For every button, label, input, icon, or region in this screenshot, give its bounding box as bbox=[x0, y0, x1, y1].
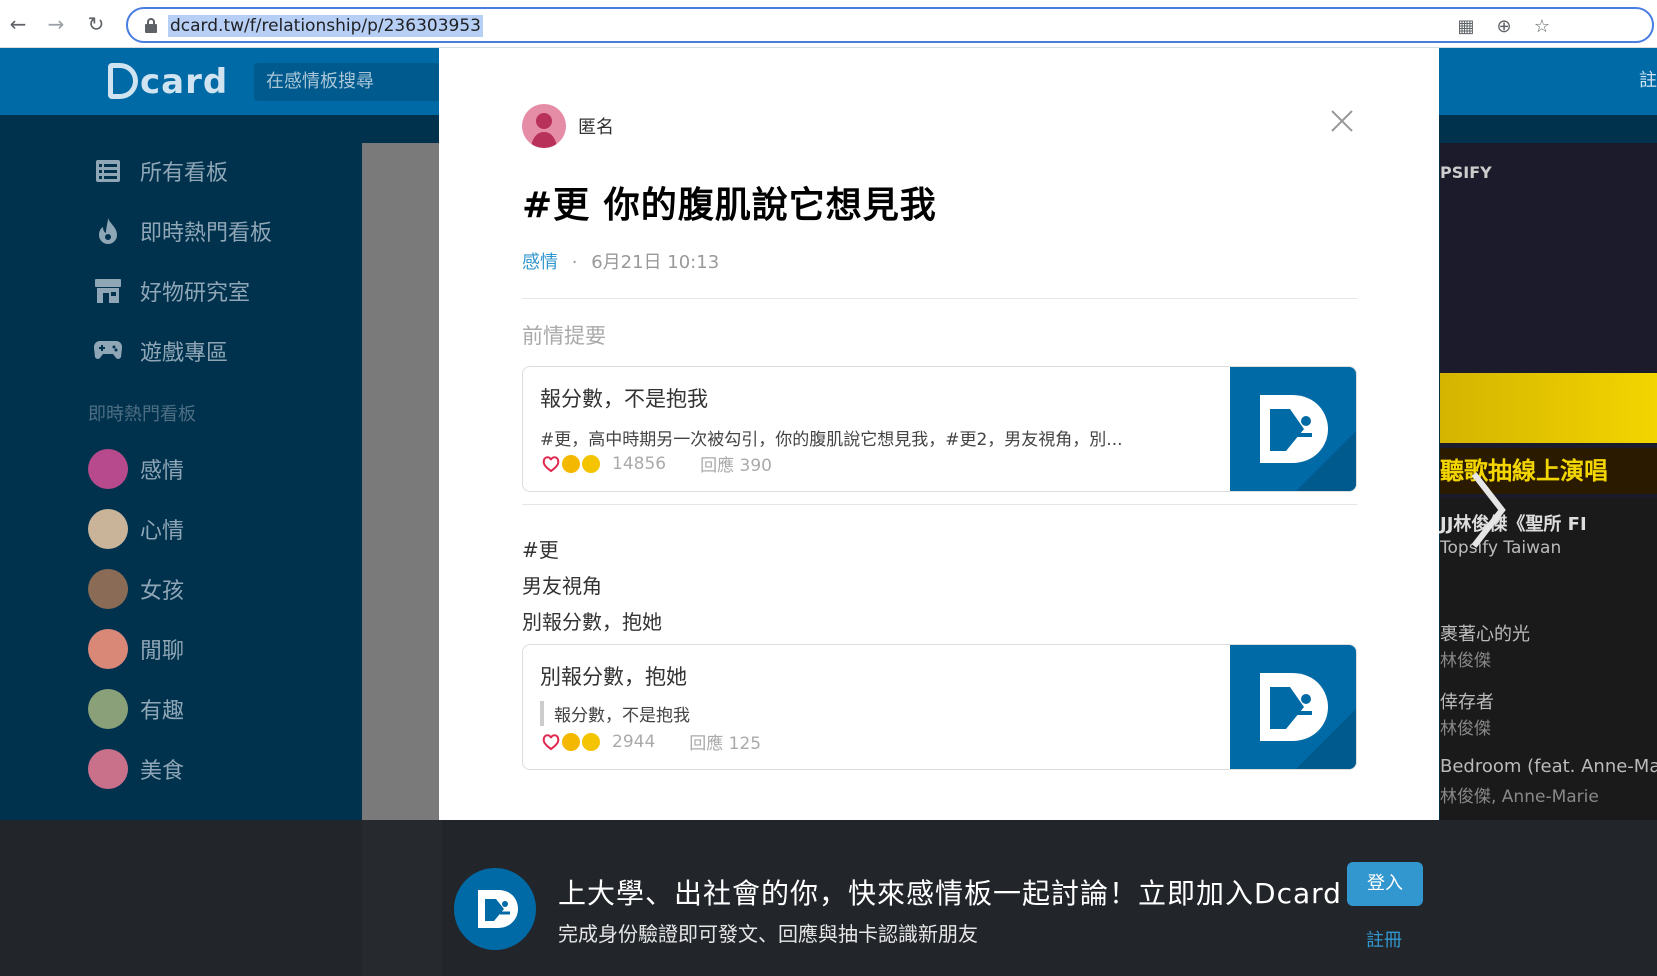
address-bar[interactable]: dcard.tw/f/relationship/p/236303953 ▦ ⊕ … bbox=[126, 7, 1654, 43]
divider bbox=[522, 504, 1357, 505]
zoom-icon[interactable]: ⊕ bbox=[1492, 15, 1516, 39]
qr-code-icon[interactable]: ▦ bbox=[1454, 15, 1478, 39]
linked-post-stats: 2944 回應 125 bbox=[540, 729, 761, 754]
dcard-logo-icon bbox=[454, 868, 536, 950]
section-label: 前情提要 bbox=[522, 324, 606, 348]
sidebar-board-talk[interactable]: 閒聊 bbox=[88, 629, 184, 669]
ad-brand: PSIFY bbox=[1440, 163, 1492, 182]
reaction-count: 2944 bbox=[612, 731, 656, 752]
sidebar-item-all-boards[interactable]: 所有看板 bbox=[88, 151, 228, 191]
track-artist: 林俊傑 bbox=[1440, 651, 1491, 671]
linked-post-quote: 報分數，不是抱我 bbox=[540, 701, 690, 726]
board-avatar-icon bbox=[88, 509, 128, 549]
sidebar-item-goods-lab[interactable]: 好物研究室 bbox=[88, 271, 250, 311]
reactions bbox=[540, 452, 602, 475]
dcard-logo[interactable]: card bbox=[108, 62, 228, 102]
store-icon bbox=[88, 271, 128, 311]
heart-reaction-icon bbox=[540, 452, 562, 475]
laugh-reaction-icon bbox=[560, 452, 582, 475]
signup-banner: 上大學、出社會的你，快來感情板一起討論！立即加入Dcard ！ 完成身份驗證即可… bbox=[0, 820, 1657, 976]
reply-count: 回應 125 bbox=[689, 734, 762, 754]
laugh-reaction-icon bbox=[560, 730, 582, 753]
gamepad-icon bbox=[88, 331, 128, 371]
board-avatar-icon bbox=[88, 629, 128, 669]
post-time: 6月21日 10:13 bbox=[591, 252, 720, 273]
advertisement[interactable]: PSIFY 聽歌抽線上演唱 bbox=[1440, 143, 1657, 498]
linked-post-title: 報分數，不是抱我 bbox=[540, 387, 708, 411]
board-avatar-icon bbox=[88, 749, 128, 789]
url-text[interactable]: dcard.tw/f/relationship/p/236303953 bbox=[168, 15, 483, 37]
linked-post-title: 別報分數，抱她 bbox=[540, 665, 687, 689]
body-text-line: #更 bbox=[522, 538, 559, 562]
song-title: JJ林俊傑《聖所 FI bbox=[1440, 514, 1587, 535]
heart-reaction-icon bbox=[540, 730, 562, 753]
linked-post-excerpt: #更，高中時期另一次被勾引，你的腹肌說它想見我，#更2，男友視角，別... bbox=[540, 430, 1123, 450]
body-text-line: 男友視角 bbox=[522, 574, 602, 598]
search-input[interactable]: 在感情板搜尋 bbox=[254, 63, 440, 101]
cry-reaction-icon bbox=[580, 730, 602, 753]
track-title[interactable]: 倖存者 bbox=[1440, 688, 1494, 714]
reload-icon[interactable]: ↻ bbox=[82, 10, 110, 38]
dcard-d-icon bbox=[108, 63, 138, 99]
banner-title: 上大學、出社會的你，快來感情板一起討論！立即加入Dcard ！ bbox=[558, 877, 1381, 910]
linked-post-card[interactable]: 報分數，不是抱我 #更，高中時期另一次被勾引，你的腹肌說它想見我，#更2，男友視… bbox=[522, 366, 1357, 492]
login-button[interactable]: 登入 bbox=[1347, 862, 1423, 906]
lock-icon bbox=[145, 18, 157, 33]
header-register-link[interactable]: 註 bbox=[1639, 66, 1657, 92]
body-text-line: 別報分數，抱她 bbox=[522, 610, 662, 634]
post-modal: 匿名 #更 你的腹肌說它想見我 感情 · 6月21日 10:13 前情提要 報分… bbox=[439, 48, 1439, 820]
browser-toolbar: ← → ↻ dcard.tw/f/relationship/p/23630395… bbox=[0, 0, 1657, 48]
sidebar-item-games[interactable]: 遊戲專區 bbox=[88, 331, 228, 371]
chevron-right-icon[interactable] bbox=[1468, 470, 1508, 550]
sidebar-item-hot-boards[interactable]: 即時熱門看板 bbox=[88, 211, 272, 251]
sidebar-board-mood[interactable]: 心情 bbox=[88, 509, 184, 549]
linked-post-card[interactable]: 別報分數，抱她 報分數，不是抱我 2944 回應 125 bbox=[522, 644, 1357, 770]
meta-separator: · bbox=[571, 252, 578, 273]
banner-subtitle: 完成身份驗證即可發文、回應與抽卡認識新朋友 bbox=[558, 922, 978, 946]
register-link[interactable]: 註冊 bbox=[1366, 926, 1402, 952]
sidebar-board-food[interactable]: 美食 bbox=[88, 749, 184, 789]
dcard-thumbnail-icon bbox=[1230, 367, 1356, 491]
linked-post-stats: 14856 回應 390 bbox=[540, 451, 772, 476]
sidebar-board-girl[interactable]: 女孩 bbox=[88, 569, 184, 609]
close-icon[interactable] bbox=[1329, 108, 1355, 134]
track-title[interactable]: 裹著心的光 bbox=[1440, 620, 1530, 646]
post-meta: 感情 · 6月21日 10:13 bbox=[522, 248, 719, 274]
board-avatar-icon bbox=[88, 569, 128, 609]
dcard-thumbnail-icon bbox=[1230, 645, 1356, 769]
reply-count: 回應 390 bbox=[700, 456, 772, 476]
cry-reaction-icon bbox=[580, 452, 602, 475]
bookmark-star-icon[interactable]: ☆ bbox=[1530, 15, 1554, 39]
divider bbox=[522, 298, 1357, 299]
list-icon bbox=[88, 151, 128, 191]
track-artist: 林俊傑, Anne-Marie bbox=[1440, 787, 1599, 807]
forward-arrow-icon[interactable]: → bbox=[42, 10, 70, 38]
track-artist: 林俊傑 bbox=[1440, 719, 1491, 739]
reactions bbox=[540, 730, 602, 753]
post-title: #更 你的腹肌說它想見我 bbox=[522, 185, 937, 226]
reaction-count: 14856 bbox=[612, 453, 667, 474]
anonymous-avatar-icon bbox=[522, 104, 566, 148]
back-arrow-icon[interactable]: ← bbox=[4, 10, 32, 38]
board-avatar-icon bbox=[88, 689, 128, 729]
sidebar-board-funny[interactable]: 有趣 bbox=[88, 689, 184, 729]
fire-icon bbox=[88, 211, 128, 251]
hot-boards-section-title: 即時熱門看板 bbox=[88, 404, 196, 425]
board-avatar-icon bbox=[88, 449, 128, 489]
author-name: 匿名 bbox=[578, 117, 614, 138]
ad-banner bbox=[1440, 373, 1657, 443]
sidebar-board-relationship[interactable]: 感情 bbox=[88, 449, 184, 489]
track-title[interactable]: Bedroom (feat. Anne-Marie bbox=[1440, 756, 1657, 777]
post-board-link[interactable]: 感情 bbox=[522, 252, 558, 273]
